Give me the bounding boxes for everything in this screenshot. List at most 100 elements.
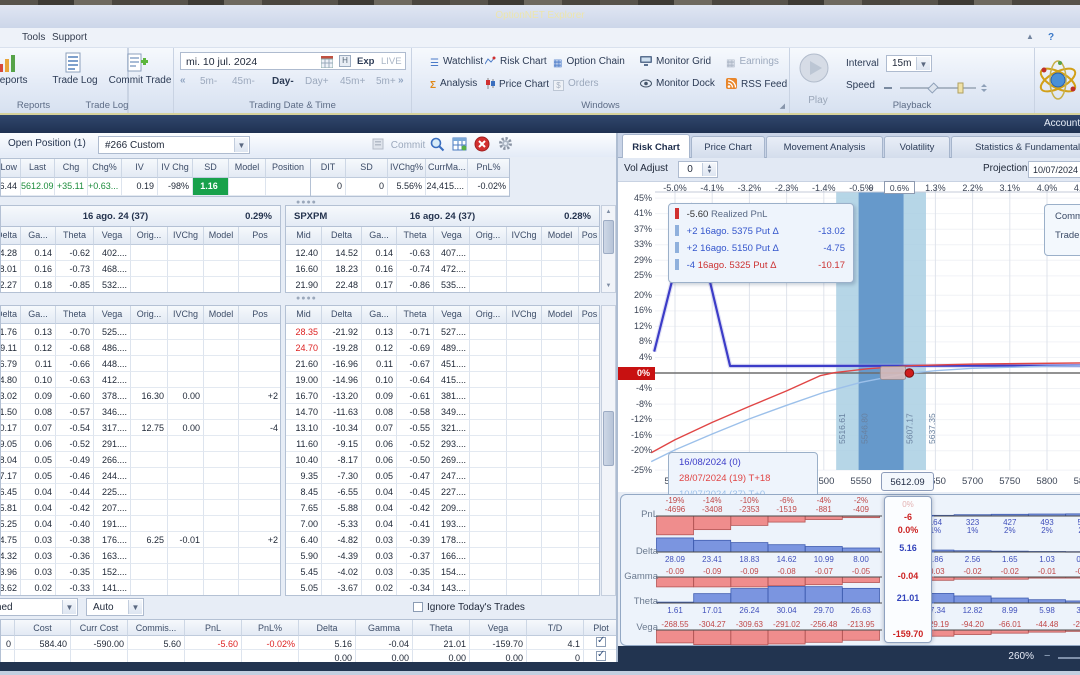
cell[interactable]: 247.... [434,468,470,484]
cell[interactable]: -21.76 [1,324,21,340]
rss-feed-toggle[interactable]: RSS Feed [726,78,787,90]
cell[interactable]: 0.04 [21,484,56,500]
scroll-up-icon[interactable]: ▲ [602,206,615,218]
cell[interactable]: 317.... [94,420,131,436]
cell[interactable] [470,564,507,580]
cell[interactable]: -9.15 [322,436,362,452]
cell[interactable]: -98% [158,178,193,196]
cell[interactable]: 6.25 [131,532,168,548]
grid-row[interactable]: 19.00 -14.96 0.10 -0.64 415.... [286,372,599,388]
cell[interactable] [507,484,542,500]
grid-row[interactable]: 10.40 -8.17 0.06 -0.50 269.... [286,452,599,468]
grid-row[interactable]: 13.10 -10.34 0.07 -0.55 321.... [286,420,599,436]
column-header[interactable]: Ga... [21,227,56,245]
cell[interactable] [239,548,280,564]
zoom-slider[interactable] [1058,657,1080,659]
cell[interactable] [542,245,579,261]
cell[interactable] [542,420,579,436]
cell[interactable]: -0.52 [397,436,434,452]
cell[interactable] [204,484,239,500]
cell[interactable]: 451.... [434,356,470,372]
cell[interactable]: 13.10 [286,420,322,436]
cell[interactable]: 0.14 [21,245,56,261]
cell[interactable] [131,277,168,292]
grid-row[interactable]: -5.25 0.04-0.40191.... [1,516,280,532]
column-header[interactable]: Ga... [21,306,56,324]
grid-row[interactable]: 5.05 -3.67 0.02 -0.34 143.... [286,580,599,595]
cell[interactable] [470,404,507,420]
cell[interactable] [168,324,204,340]
cell[interactable]: -19.28 [322,340,362,356]
cell[interactable]: 0.04 [362,516,397,532]
cell[interactable]: -0.86 [397,277,434,292]
cell[interactable]: 486.... [94,340,131,356]
cell[interactable] [584,636,617,650]
cell[interactable]: 0.04 [362,484,397,500]
grid-row[interactable]: 18.01 0.16-0.73468.... [1,261,280,277]
cell[interactable] [579,277,599,292]
close-position-icon[interactable] [474,136,490,152]
cell[interactable]: 468.... [94,261,131,277]
cell[interactable]: -0.38 [56,532,94,548]
cell[interactable] [131,404,168,420]
orders-toggle[interactable]: $ Orders [553,78,599,91]
cell[interactable]: -10.34 [322,420,362,436]
cell[interactable] [507,372,542,388]
column-header[interactable]: Model [542,306,579,324]
grid-row[interactable]: 5616.44 5612.09+35.11+0.63...0.19-98%1.16 [1,178,310,196]
cell[interactable] [168,404,204,420]
cell[interactable] [168,468,204,484]
cell[interactable]: -0.04 [356,636,413,650]
cell[interactable]: 193.... [434,516,470,532]
cell[interactable] [168,277,204,292]
grid-row[interactable]: -11.50 0.08-0.57346.... [1,404,280,420]
cell[interactable]: 0.06 [362,436,397,452]
cell[interactable]: -0.66 [56,356,94,372]
cell[interactable]: 0.03 [21,532,56,548]
cell[interactable]: 5.05 [286,580,322,595]
cell[interactable]: 176.... [94,532,131,548]
cell[interactable]: -0.70 [56,324,94,340]
cell[interactable]: -4.82 [322,532,362,548]
cell[interactable]: -0.54 [56,420,94,436]
column-header[interactable]: Pos [579,227,599,245]
cell[interactable]: 0.04 [362,500,397,516]
cell[interactable]: 5.60 [128,636,185,650]
cell[interactable]: 293.... [434,436,470,452]
vol-adjust-stepper[interactable]: 0 ▲ ▼ [678,161,718,178]
cell[interactable] [239,564,280,580]
cell[interactable] [579,516,599,532]
cell[interactable]: 527.... [434,324,470,340]
cell[interactable]: 5616.44 [1,178,21,196]
cell[interactable]: 349.... [434,404,470,420]
scroll-down-icon[interactable]: ▼ [602,280,615,292]
cell[interactable]: 244.... [94,468,131,484]
cell[interactable] [542,500,579,516]
scroll-thumb[interactable] [603,411,614,466]
cell[interactable] [579,340,599,356]
cell[interactable] [579,261,599,277]
column-header[interactable]: Commis... [128,620,185,636]
cell[interactable] [579,468,599,484]
cell[interactable] [131,580,168,595]
cell[interactable]: 22.27 [1,277,21,292]
cell[interactable]: -590.00 [71,636,128,650]
cell[interactable] [239,580,280,595]
cell[interactable]: 0.12 [362,340,397,356]
grid-row[interactable]: 14.70 -11.63 0.08 -0.58 349.... [286,404,599,420]
cell[interactable] [542,277,579,292]
plot-checkbox[interactable] [596,636,606,647]
cell[interactable] [470,484,507,500]
cell[interactable] [204,564,239,580]
grid-row[interactable]: -7.17 0.05-0.46244.... [1,468,280,484]
cell[interactable]: -0.45 [397,484,434,500]
cell[interactable]: 14.70 [286,404,322,420]
column-header[interactable]: Theta [56,227,94,245]
cell[interactable] [168,245,204,261]
projection-date-field[interactable]: 10/07/2024 [1028,161,1080,178]
cell[interactable]: 0.07 [362,420,397,436]
cell[interactable] [542,436,579,452]
grid-row[interactable]: -3.96 0.03-0.35152.... [1,564,280,580]
scrollbar-chain[interactable] [601,305,616,596]
grid-row[interactable]: 9.35 -7.30 0.05 -0.47 247.... [286,468,599,484]
